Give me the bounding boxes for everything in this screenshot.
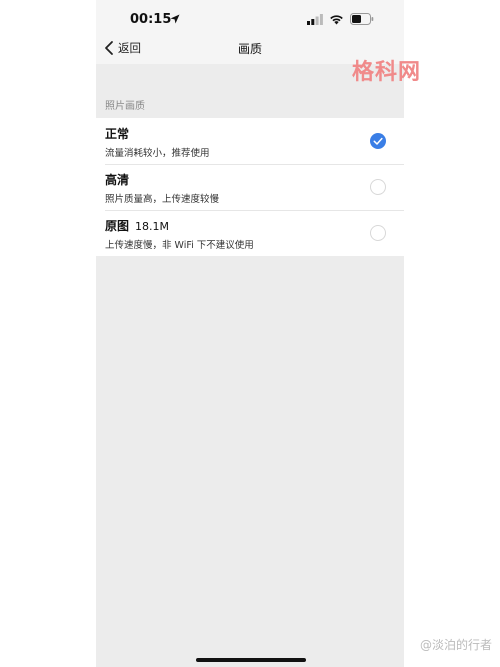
cellular-signal-icon bbox=[307, 13, 323, 25]
option-file-size: 18.1M bbox=[135, 220, 169, 233]
divider bbox=[105, 210, 404, 211]
watermark-logo: 格科网 bbox=[352, 60, 422, 85]
phone-screen: 00:15 返回 画质 照片画质 正常 流量消耗较小，推荐使用 高清 照片质量高… bbox=[96, 0, 404, 667]
unselected-radio-icon[interactable] bbox=[370, 179, 386, 195]
option-row-hd[interactable]: 高清 照片质量高，上传速度较慢 bbox=[96, 164, 404, 210]
option-row-original[interactable]: 原图 18.1M 上传速度慢，非 WiFi 下不建议使用 bbox=[96, 210, 404, 256]
wifi-icon bbox=[330, 14, 343, 24]
option-subtitle: 上传速度慢，非 WiFi 下不建议使用 bbox=[105, 240, 254, 251]
option-row-normal[interactable]: 正常 流量消耗较小，推荐使用 bbox=[96, 118, 404, 164]
option-title: 高清 bbox=[105, 173, 130, 187]
quality-options-list: 正常 流量消耗较小，推荐使用 高清 照片质量高，上传速度较慢 原图 18.1M 上… bbox=[96, 118, 404, 256]
location-arrow-icon bbox=[170, 14, 180, 24]
status-bar: 00:15 bbox=[96, 0, 404, 36]
unselected-radio-icon[interactable] bbox=[370, 225, 386, 241]
home-indicator[interactable] bbox=[196, 658, 306, 662]
option-subtitle: 流量消耗较小，推荐使用 bbox=[105, 148, 210, 159]
option-subtitle: 照片质量高，上传速度较慢 bbox=[105, 194, 220, 205]
battery-icon bbox=[350, 13, 374, 25]
option-title: 正常 bbox=[105, 127, 130, 141]
section-header: 照片画质 bbox=[105, 101, 145, 112]
author-credit: @淡泊的行者 bbox=[419, 638, 492, 652]
divider bbox=[105, 164, 404, 165]
status-icons bbox=[307, 13, 374, 25]
status-time: 00:15 bbox=[130, 12, 172, 27]
selected-check-icon[interactable] bbox=[370, 133, 386, 149]
checkmark-icon bbox=[373, 137, 383, 145]
option-title: 原图 18.1M bbox=[105, 219, 169, 233]
